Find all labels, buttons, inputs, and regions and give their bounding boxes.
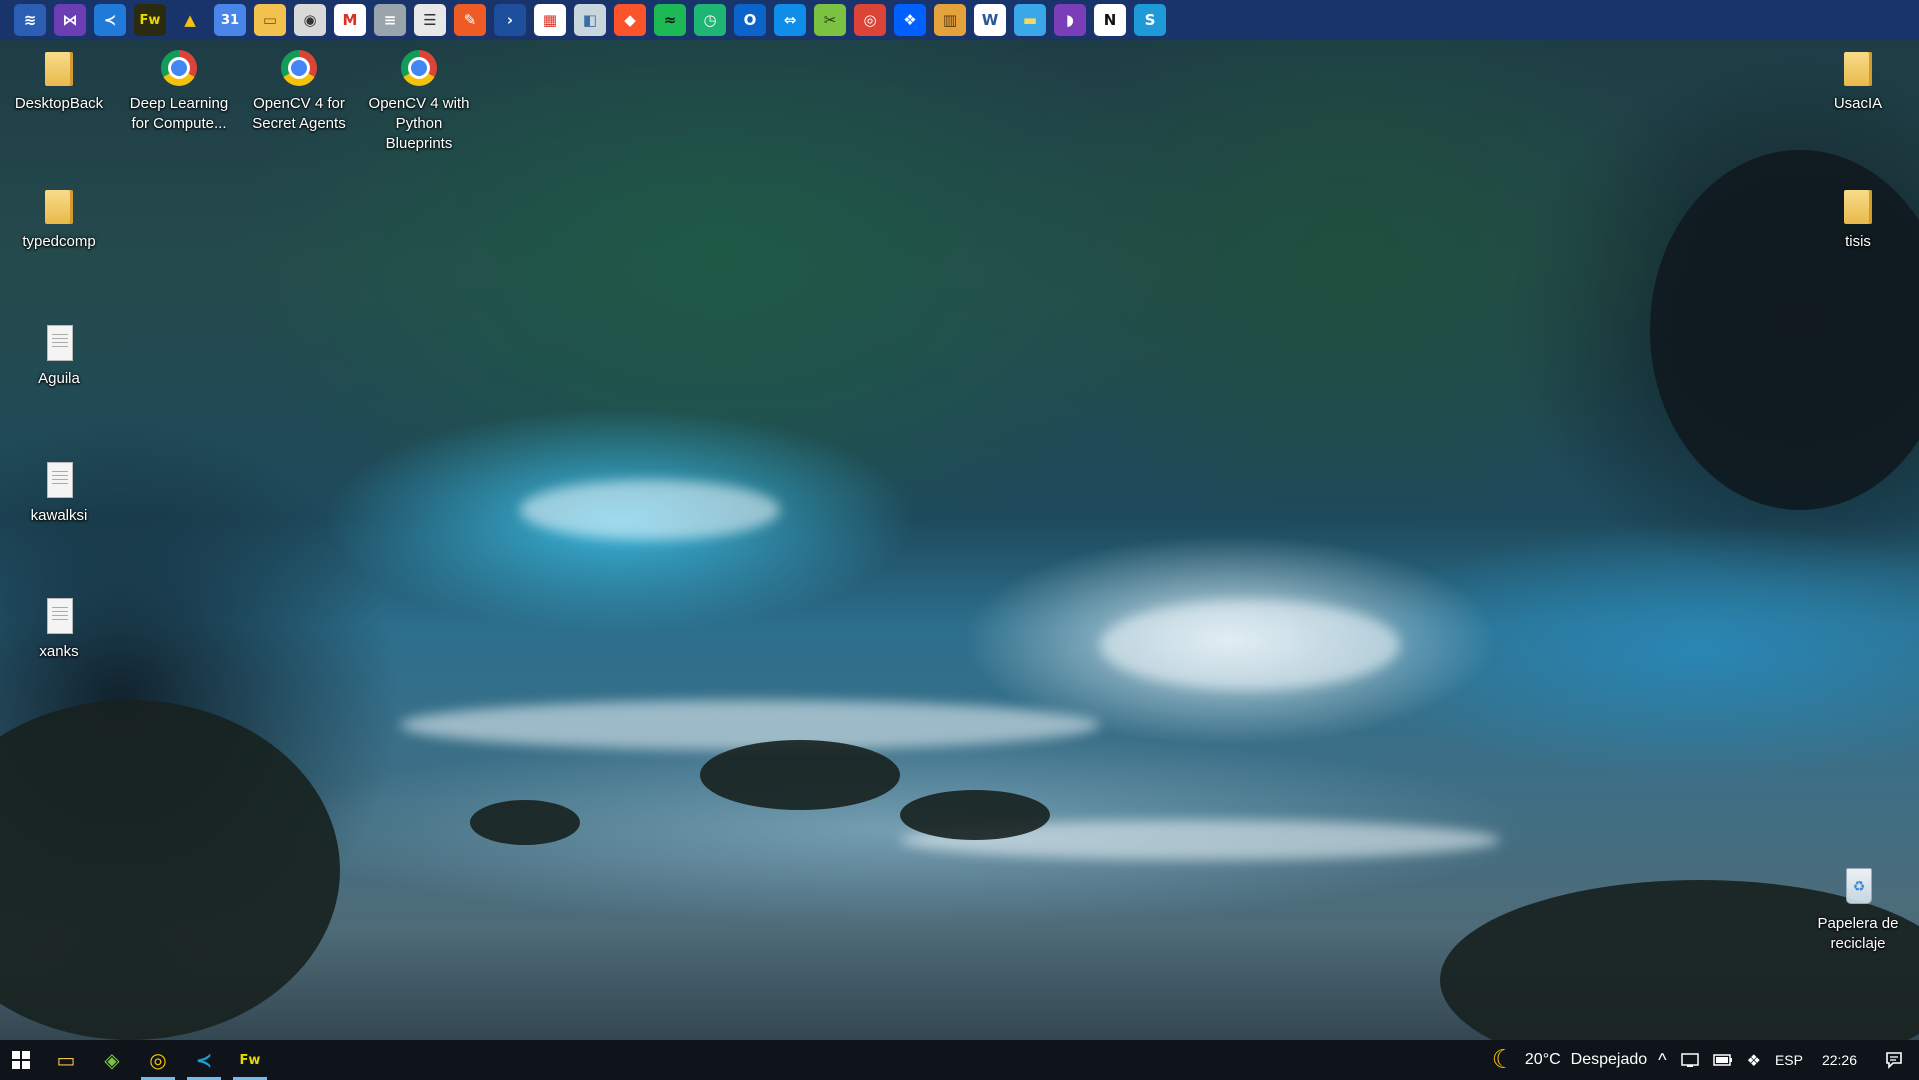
desktop-icon-xanks[interactable]: xanks (4, 594, 114, 662)
chrome-icon[interactable]: ◎ (854, 4, 886, 36)
vscode-icon: ≺ (195, 1048, 213, 1072)
database-icon[interactable]: ≡ (374, 4, 406, 36)
gmail-icon[interactable]: M (334, 4, 366, 36)
calendar-31-icon[interactable]: 31 (214, 4, 246, 36)
windows-logo-icon (12, 1051, 30, 1069)
document-icon (39, 321, 79, 365)
desktop-icon-tisis[interactable]: tisis (1803, 184, 1913, 252)
swift-s-icon[interactable]: S (1134, 4, 1166, 36)
file-explorer-icon[interactable]: ▭ (254, 4, 286, 36)
language-indicator[interactable]: ESP (1768, 1040, 1810, 1080)
battery-icon[interactable] (1706, 1040, 1740, 1080)
start-button[interactable] (0, 1040, 42, 1080)
desktop-icon-label: OpenCV 4 with Python Blueprints (368, 95, 470, 152)
teamviewer-icon[interactable]: ⇔ (774, 4, 806, 36)
powershell-icon[interactable]: › (494, 4, 526, 36)
weather-condition: Despejado (1570, 1051, 1648, 1068)
taskbar-pinned-apps: ▭ ◈ ◎ ≺ Fw (43, 1040, 273, 1080)
chrome-icon: ◎ (149, 1048, 167, 1072)
desktop-icon-kawalksi[interactable]: kawalksi (4, 458, 114, 526)
show-hidden-icons-button[interactable]: ^ (1651, 1040, 1673, 1080)
desktop-stack-icon[interactable]: ≋ (14, 4, 46, 36)
desktop-icon-label: tisis (1845, 233, 1871, 250)
3d-app-icon: ◈ (104, 1048, 120, 1072)
calendar-app-icon[interactable]: ▦ (534, 4, 566, 36)
desktop-icon-label: UsacIA (1833, 95, 1883, 112)
taskbar-vscode[interactable]: ≺ (181, 1040, 227, 1080)
document-icon (39, 594, 79, 638)
dropbox-icon[interactable]: ❖ (894, 4, 926, 36)
taskbar-chrome[interactable]: ◎ (135, 1040, 181, 1080)
library-books-icon[interactable]: ▥ (934, 4, 966, 36)
podcast-icon[interactable]: ◗ (1054, 4, 1086, 36)
outlook-icon[interactable]: O (734, 4, 766, 36)
quick-launch-bar: ≋ ⋈ ≺ Fw ▲ 31 ▭ ◉ M ≡ ☰ ✎ › ▦ ◧ ◆ ≈ ◷ O ⇔ ✂ ◎ ❖ ▥ W ▬ ◗ N S (0, 0, 1919, 40)
desktop-icon-label: Papelera de reciclaje (1817, 915, 1899, 952)
desktop-wallpaper (0, 0, 1919, 1080)
desktop-icon-opencv-secret-agents[interactable]: OpenCV 4 for Secret Agents (244, 46, 354, 134)
folder-icon (39, 184, 79, 228)
desktop-icon-label: DesktopBack (14, 95, 104, 112)
desktop-icon-label: Deep Learning for Compute... (129, 95, 229, 132)
folder-icon (1838, 184, 1878, 228)
desktop-icon-label: typedcomp (22, 233, 96, 250)
taskbar-3d-app[interactable]: ◈ (89, 1040, 135, 1080)
weather-temp: 20°C (1524, 1051, 1561, 1068)
file-explorer-icon: ▭ (56, 1048, 76, 1072)
document-icon (39, 458, 79, 502)
notification-icon (1886, 1052, 1902, 1069)
language-label: ESP (1774, 1052, 1803, 1068)
taskbar: ▭ ◈ ◎ ≺ Fw ☾ 20°C Despejado ^ ❖ ESP 22:26 (0, 1040, 1919, 1080)
clock-time: 22:26 (1821, 1052, 1857, 1068)
notification-center-button[interactable] (1869, 1040, 1919, 1080)
github-desktop-icon[interactable]: ◉ (294, 4, 326, 36)
desktop-icon-aguila[interactable]: Aguila (4, 321, 114, 389)
spotify-icon[interactable]: ≈ (654, 4, 686, 36)
fireworks-icon: Fw (239, 1052, 261, 1068)
google-drive-icon[interactable]: ▲ (174, 4, 206, 36)
postman-icon[interactable]: ✎ (454, 4, 486, 36)
desktop-icon-label: Aguila (38, 370, 80, 387)
desktop-icon-usacia[interactable]: UsacIA (1803, 46, 1913, 114)
chrome-shortcut-icon (279, 46, 319, 90)
recycle-bin-icon: ♻ (1838, 866, 1878, 910)
system-tray: ☾ 20°C Despejado ^ ❖ ESP 22:26 (1485, 1040, 1919, 1080)
taskbar-file-explorer[interactable]: ▭ (43, 1040, 89, 1080)
desktop-icon-opencv-blueprints[interactable]: OpenCV 4 with Python Blueprints (364, 46, 474, 154)
fireworks-icon[interactable]: Fw (134, 4, 166, 36)
desktop-icon-desktopback[interactable]: DesktopBack (4, 46, 114, 114)
chrome-shortcut-icon (159, 46, 199, 90)
android-studio-icon[interactable]: ◧ (574, 4, 606, 36)
chevron-up-icon: ^ (1658, 1049, 1667, 1070)
notepad-icon[interactable]: ☰ (414, 4, 446, 36)
greenshot-icon[interactable]: ✂ (814, 4, 846, 36)
vscode-icon[interactable]: ≺ (94, 4, 126, 36)
clock-app-icon[interactable]: ◷ (694, 4, 726, 36)
folder-icon (1838, 46, 1878, 90)
word-icon[interactable]: W (974, 4, 1006, 36)
desktop-icon-label: OpenCV 4 for Secret Agents (252, 95, 346, 132)
desktop-icon-label: xanks (39, 643, 79, 660)
network-icon[interactable] (1674, 1040, 1706, 1080)
desktop-icon-typedcomp[interactable]: typedcomp (4, 184, 114, 252)
brave-icon[interactable]: ◆ (614, 4, 646, 36)
weather-widget[interactable]: ☾ 20°C Despejado (1485, 1040, 1652, 1080)
notion-icon[interactable]: N (1094, 4, 1126, 36)
desktop-icon-label: kawalksi (30, 507, 88, 524)
moon-icon: ☾ (1491, 1045, 1515, 1075)
folder-icon (39, 46, 79, 90)
desktop-icon-recycle-bin[interactable]: ♻ Papelera de reciclaje (1803, 866, 1913, 954)
taskbar-fireworks[interactable]: Fw (227, 1040, 273, 1080)
desktop-icon-deep-learning[interactable]: Deep Learning for Compute... (124, 46, 234, 134)
clock[interactable]: 22:26 (1810, 1040, 1869, 1080)
dropbox-tray-icon[interactable]: ❖ (1740, 1040, 1768, 1080)
visual-studio-icon[interactable]: ⋈ (54, 4, 86, 36)
chrome-shortcut-icon (399, 46, 439, 90)
folder-desktop-icon[interactable]: ▬ (1014, 4, 1046, 36)
